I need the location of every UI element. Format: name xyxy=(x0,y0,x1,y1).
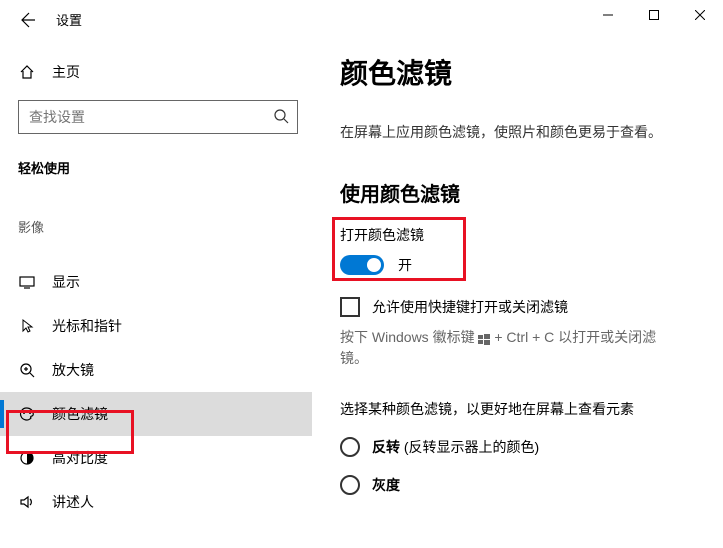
contrast-icon xyxy=(18,450,36,466)
radio-invert[interactable]: 反转 (反转显示器上的颜色) xyxy=(340,437,703,457)
magnifier-icon xyxy=(18,362,36,378)
group-ease-of-access: 轻松使用 xyxy=(0,158,312,177)
group-vision: 影像 xyxy=(0,217,312,236)
close-button[interactable] xyxy=(677,0,723,30)
sidebar-item-high-contrast[interactable]: 高对比度 xyxy=(0,436,312,480)
search-input[interactable] xyxy=(18,100,298,134)
shortcut-help-text: 按下 Windows 徽标键 + Ctrl + C 以打开或关闭滤镜。 xyxy=(340,327,680,369)
radio-section-label: 选择某种颜色滤镜，以更好地在屏幕上查看元素 xyxy=(340,399,703,419)
sidebar-item-label: 显示 xyxy=(52,272,80,292)
sidebar-item-label: 放大镜 xyxy=(52,360,94,380)
palette-icon xyxy=(18,406,36,422)
shortcut-checkbox-row[interactable]: 允许使用快捷键打开或关闭滤镜 xyxy=(340,297,703,317)
home-icon xyxy=(18,64,36,80)
search-container xyxy=(0,90,312,134)
checkbox-label: 允许使用快捷键打开或关闭滤镜 xyxy=(372,297,568,317)
color-filter-toggle[interactable] xyxy=(340,255,384,275)
search-icon xyxy=(273,108,289,127)
radio-label: 灰度 xyxy=(372,475,400,495)
page-title: 颜色滤镜 xyxy=(340,52,703,92)
windows-key-icon xyxy=(478,331,490,343)
radio-label: 反转 (反转显示器上的颜色) xyxy=(372,437,539,457)
sidebar-item-label: 高对比度 xyxy=(52,448,108,468)
section-title: 使用颜色滤镜 xyxy=(340,178,703,207)
toggle-label: 打开颜色滤镜 xyxy=(340,225,703,245)
narrator-icon xyxy=(18,494,36,510)
page-description: 在屏幕上应用颜色滤镜，使照片和颜色更易于查看。 xyxy=(340,122,703,142)
sidebar-item-display[interactable]: 显示 xyxy=(0,260,312,304)
toggle-block: 打开颜色滤镜 开 xyxy=(340,225,703,275)
display-icon xyxy=(18,274,36,290)
window-controls xyxy=(585,0,723,30)
sidebar-item-color-filters[interactable]: 颜色滤镜 xyxy=(0,392,312,436)
sidebar-item-label: 讲述人 xyxy=(52,492,94,512)
settings-title: 设置 xyxy=(56,10,82,29)
search-field[interactable] xyxy=(27,108,273,126)
toggle-state: 开 xyxy=(398,255,412,275)
header: 设置 xyxy=(18,10,82,29)
sidebar-item-narrator[interactable]: 讲述人 xyxy=(0,480,312,524)
sidebar: 主页 轻松使用 影像 显示 光标和指针 放大镜 xyxy=(0,54,312,524)
sidebar-item-label: 光标和指针 xyxy=(52,316,122,336)
radio-grayscale[interactable]: 灰度 xyxy=(340,475,703,495)
content: 颜色滤镜 在屏幕上应用颜色滤镜，使照片和颜色更易于查看。 使用颜色滤镜 打开颜色… xyxy=(340,52,703,495)
back-icon[interactable] xyxy=(18,11,36,29)
sidebar-item-cursor[interactable]: 光标和指针 xyxy=(0,304,312,348)
checkbox[interactable] xyxy=(340,297,360,317)
sidebar-item-magnifier[interactable]: 放大镜 xyxy=(0,348,312,392)
maximize-button[interactable] xyxy=(631,0,677,30)
radio-button[interactable] xyxy=(340,475,360,495)
minimize-button[interactable] xyxy=(585,0,631,30)
sidebar-item-label: 颜色滤镜 xyxy=(52,404,108,424)
sidebar-item-home[interactable]: 主页 xyxy=(0,54,312,90)
sidebar-item-label: 主页 xyxy=(52,62,80,82)
cursor-icon xyxy=(18,318,36,334)
radio-button[interactable] xyxy=(340,437,360,457)
